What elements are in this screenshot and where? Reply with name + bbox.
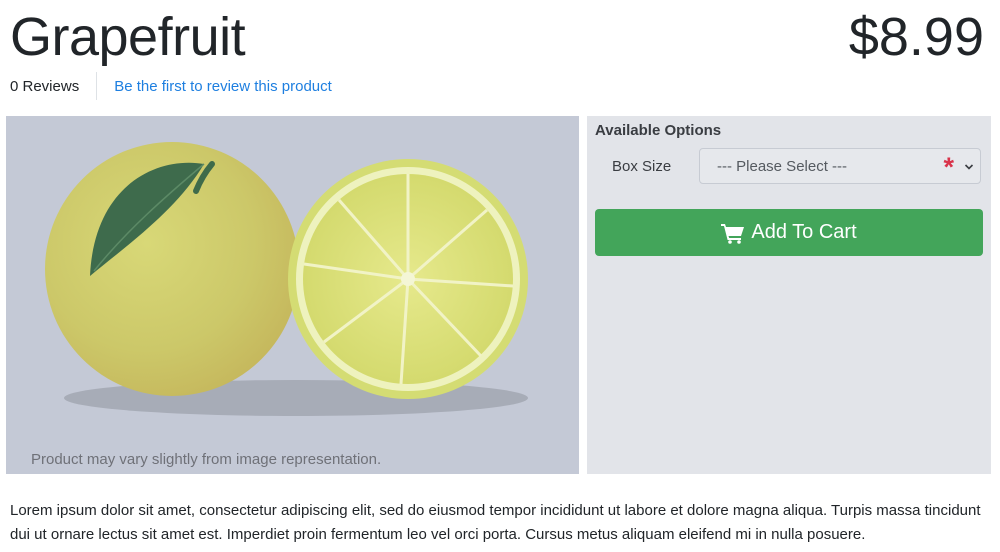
product-description: Lorem ipsum dolor sit amet, consectetur … — [10, 502, 981, 543]
image-caption: Product may vary slightly from image rep… — [31, 451, 382, 468]
reviews-row: 0 Reviews Be the first to review this pr… — [10, 72, 332, 100]
grapefruit-illustration — [45, 142, 528, 416]
add-to-cart-label: Add To Cart — [751, 221, 857, 243]
write-review-link[interactable]: Be the first to review this product — [97, 78, 332, 95]
product-price: $8.99 — [848, 7, 984, 67]
product-image: Product may vary slightly from image rep… — [6, 116, 579, 474]
select-value: --- Please Select --- — [717, 158, 848, 175]
fruit-core — [401, 272, 415, 286]
required-asterisk: * — [943, 152, 954, 182]
options-heading: Available Options — [595, 122, 722, 139]
box-size-select[interactable]: --- Please Select --- * — [699, 148, 981, 184]
add-to-cart-button[interactable]: Add To Cart — [595, 209, 983, 256]
box-size-label: Box Size — [612, 158, 672, 175]
cart-icon — [721, 223, 745, 244]
chevron-down-icon — [964, 164, 974, 170]
reviews-count: 0 Reviews — [10, 77, 80, 95]
product-title: Grapefruit — [10, 7, 246, 67]
options-panel: Available Options Box Size --- Please Se… — [587, 116, 991, 474]
